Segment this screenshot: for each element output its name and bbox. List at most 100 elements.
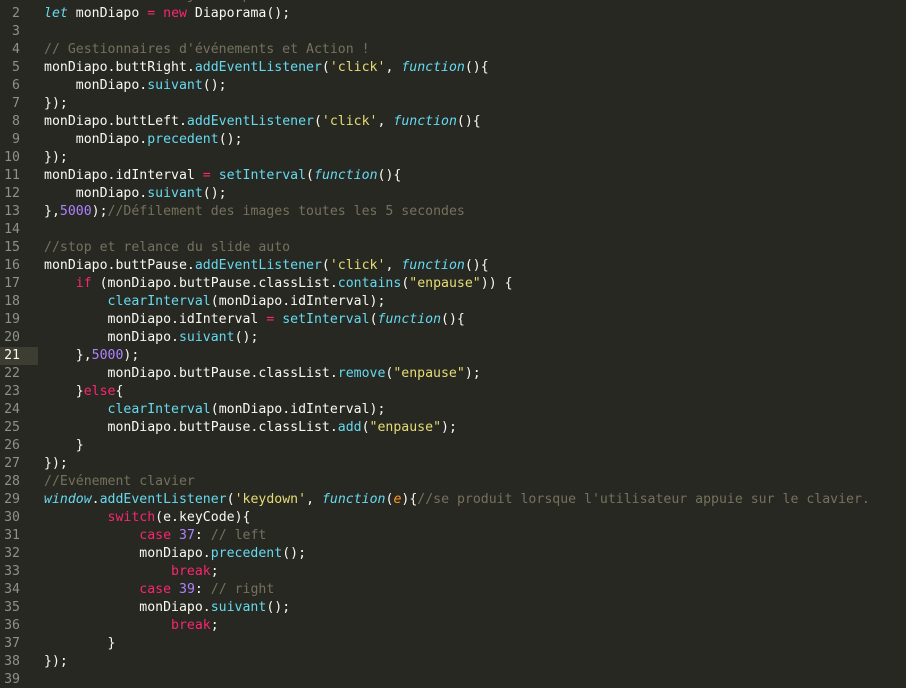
- code-line[interactable]: 29 window.addEventListener('keydown', fun…: [0, 491, 906, 509]
- code-line[interactable]: 5 monDiapo.buttRight.addEventListener('cl…: [0, 59, 906, 77]
- code-line[interactable]: 19 monDiapo.idInterval = setInterval(fun…: [0, 311, 906, 329]
- line-number: 13: [4, 204, 20, 219]
- code-line[interactable]: 13},5000);//Défilement des images toutes…: [0, 203, 906, 221]
- line-number: 35: [4, 600, 20, 615]
- code-line[interactable]: 18 clearInterval(monDiapo.idInterval);: [0, 293, 906, 311]
- code-token-plain: (: [321, 60, 330, 75]
- code-line[interactable]: 37 }: [0, 635, 906, 653]
- code-token-stor: function: [321, 492, 386, 507]
- line-number: 24: [4, 402, 20, 417]
- code-token-plain: (){: [464, 258, 489, 273]
- code-line[interactable]: 14: [0, 221, 906, 239]
- code-line[interactable]: 12 monDiapo.suivant();: [0, 185, 906, 203]
- code-token-plain: );: [91, 204, 108, 219]
- line-text: },5000);: [44, 347, 140, 365]
- code-area[interactable]: 1//Instance de l'objet Diaporama2let mon…: [0, 0, 906, 688]
- line-number: 20: [4, 330, 20, 345]
- code-line[interactable]: 15 //stop et relance du slide auto: [0, 239, 906, 257]
- code-token-plain: monDiapo.: [44, 600, 211, 615]
- code-line[interactable]: 3: [0, 23, 906, 41]
- code-token-plain: });: [44, 456, 68, 471]
- code-line[interactable]: 34 case 39: // right: [0, 581, 906, 599]
- code-token-str: "enpause": [369, 420, 442, 435]
- code-line[interactable]: 23 }else{: [0, 383, 906, 401]
- code-line[interactable]: 21 },5000);: [0, 347, 906, 365]
- code-line[interactable]: 22 monDiapo.buttPause.classList.remove("…: [0, 365, 906, 383]
- code-line[interactable]: 33 break;: [0, 563, 906, 581]
- code-token-plain: );: [123, 348, 140, 363]
- code-line[interactable]: 20 monDiapo.suivant();: [0, 329, 906, 347]
- code-token-plain: ();: [202, 78, 227, 93]
- line-number: 4: [12, 42, 20, 57]
- line-text: monDiapo.suivant();: [44, 329, 259, 347]
- code-token-plain: .: [91, 492, 100, 507]
- line-number: 8: [12, 114, 20, 129]
- line-number: 9: [12, 132, 20, 147]
- code-line[interactable]: 26 }: [0, 437, 906, 455]
- line-text: monDiapo.precedent();: [44, 545, 306, 563]
- code-token-fn: suivant: [210, 600, 267, 615]
- code-token-plain: );: [464, 366, 481, 381]
- code-token-comment: //Défilement des images toutes les 5 sec…: [107, 204, 465, 219]
- code-line[interactable]: 31 case 37: // left: [0, 527, 906, 545]
- code-line[interactable]: 24 clearInterval(monDiapo.idInterval);: [0, 401, 906, 419]
- code-token-plain: monDiapo.: [44, 546, 211, 561]
- line-text: monDiapo.suivant();: [44, 77, 227, 95]
- code-line[interactable]: 4 // Gestionnaires d'événements et Action…: [0, 41, 906, 59]
- code-token-plain: });: [44, 150, 68, 165]
- code-line[interactable]: 7});: [0, 95, 906, 113]
- code-token-plain: (: [321, 258, 330, 273]
- line-number: 14: [4, 222, 20, 237]
- code-line[interactable]: 35 monDiapo.suivant();: [0, 599, 906, 617]
- code-line[interactable]: 25 monDiapo.buttPause.classList.add("enp…: [0, 419, 906, 437]
- code-token-str: 'keydown': [234, 492, 307, 507]
- code-line[interactable]: 36 break;: [0, 617, 906, 635]
- code-token-plain: monDiapo.: [44, 186, 148, 201]
- code-token-plain: (: [226, 492, 235, 507]
- code-token-plain: ;: [210, 564, 219, 579]
- code-token-plain: ();: [202, 186, 227, 201]
- code-token-plain: monDiapo.: [44, 78, 148, 93]
- code-line[interactable]: 6 monDiapo.suivant();: [0, 77, 906, 95]
- code-token-plain: );: [441, 420, 457, 435]
- code-token-num: 39: [179, 582, 195, 597]
- code-line[interactable]: 38});: [0, 653, 906, 671]
- line-number: 3: [12, 24, 20, 39]
- code-line[interactable]: 9 monDiapo.precedent();: [0, 131, 906, 149]
- code-line[interactable]: 28 //Evénement clavier: [0, 473, 906, 491]
- code-editor[interactable]: 1//Instance de l'objet Diaporama2let mon…: [0, 0, 906, 688]
- code-token-plain: (: [369, 312, 378, 327]
- code-line[interactable]: 8 monDiapo.buttLeft.addEventListener('cli…: [0, 113, 906, 131]
- line-number: 12: [4, 186, 20, 201]
- code-line[interactable]: 16 monDiapo.buttPause.addEventListener('c…: [0, 257, 906, 275]
- code-token-fn: addEventListener: [186, 114, 314, 129]
- code-token-kw: break: [171, 564, 211, 579]
- code-line[interactable]: 11 monDiapo.idInterval = setInterval(func…: [0, 167, 906, 185]
- code-token-plain: (e.keyCode){: [155, 510, 251, 525]
- line-text: });: [44, 149, 68, 167]
- line-number: 29: [4, 492, 20, 507]
- code-token-kw: else: [83, 384, 116, 399]
- code-token-str: "enpause": [393, 366, 465, 381]
- code-token-plain: monDiapo.buttPause.classList.: [44, 420, 338, 435]
- line-text: });: [44, 653, 68, 671]
- code-token-fn: precedent: [147, 132, 219, 147]
- code-line[interactable]: 27});: [0, 455, 906, 473]
- code-line[interactable]: 10});: [0, 149, 906, 167]
- code-token-fn: clearInterval: [107, 402, 211, 417]
- code-token-stor: function: [393, 114, 457, 129]
- code-line[interactable]: 32 monDiapo.precedent();: [0, 545, 906, 563]
- code-line[interactable]: 2 let monDiapo = new Diaporama();: [0, 5, 906, 23]
- code-token-plain: monDiapo.buttPause.: [44, 258, 195, 273]
- code-token-plain: (: [361, 420, 370, 435]
- line-text: //stop et relance du slide auto: [44, 239, 290, 257]
- code-line[interactable]: 39: [0, 671, 906, 688]
- code-line[interactable]: 30 switch(e.keyCode){: [0, 509, 906, 527]
- line-text: monDiapo.suivant();: [44, 599, 290, 617]
- code-token-stor: function: [401, 258, 465, 273]
- code-line[interactable]: 17 if (monDiapo.buttPause.classList.cont…: [0, 275, 906, 293]
- code-token-fn: addEventListener: [194, 60, 322, 75]
